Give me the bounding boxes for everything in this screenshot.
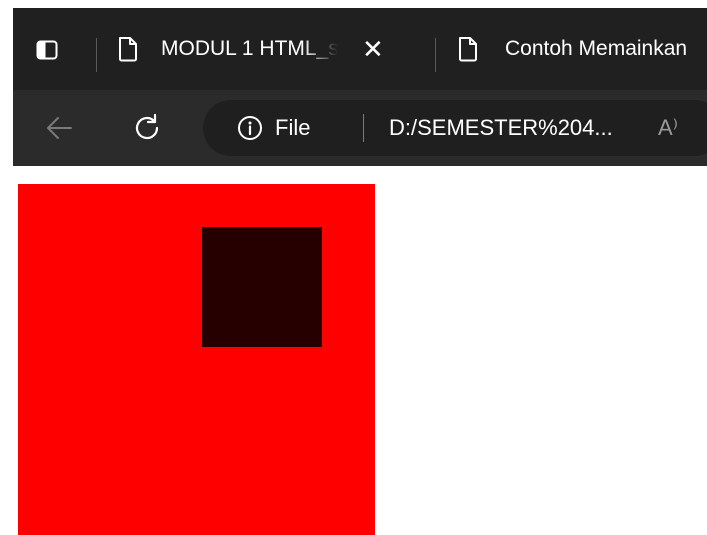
address-divider xyxy=(363,114,364,142)
back-arrow-icon xyxy=(47,117,72,139)
refresh-button[interactable] xyxy=(127,108,167,148)
url-text[interactable]: D:/SEMESTER%204... xyxy=(389,100,613,156)
tab-contoh-memainkan[interactable]: Contoh Memainkan xyxy=(457,8,707,90)
refresh-icon xyxy=(135,113,159,140)
tab-title: Contoh Memainkan xyxy=(505,37,688,60)
browser-chrome: MODUL 1 HTML_sh ✕ Contoh Memainkan File … xyxy=(13,8,707,166)
inner-dark-box xyxy=(202,227,322,347)
tab-divider xyxy=(96,38,97,72)
tab-actions-icon xyxy=(36,40,58,60)
site-info-label[interactable]: File xyxy=(275,100,310,156)
toolbar: File D:/SEMESTER%204... A⁾ xyxy=(13,90,707,166)
tab-title: MODUL 1 HTML_sh xyxy=(161,37,338,60)
tab-strip: MODUL 1 HTML_sh ✕ Contoh Memainkan xyxy=(13,8,707,90)
info-icon[interactable] xyxy=(237,115,263,141)
back-button[interactable] xyxy=(39,108,79,148)
page-icon xyxy=(119,37,137,62)
tab-divider xyxy=(435,38,436,72)
page-icon xyxy=(459,37,477,62)
tab-modul-1[interactable]: MODUL 1 HTML_sh ✕ xyxy=(117,8,437,90)
close-icon[interactable]: ✕ xyxy=(362,34,384,65)
read-aloud-icon[interactable]: A⁾ xyxy=(658,100,678,156)
tab-actions-button[interactable] xyxy=(31,34,63,66)
address-bar[interactable]: File D:/SEMESTER%204... A⁾ xyxy=(203,100,707,156)
